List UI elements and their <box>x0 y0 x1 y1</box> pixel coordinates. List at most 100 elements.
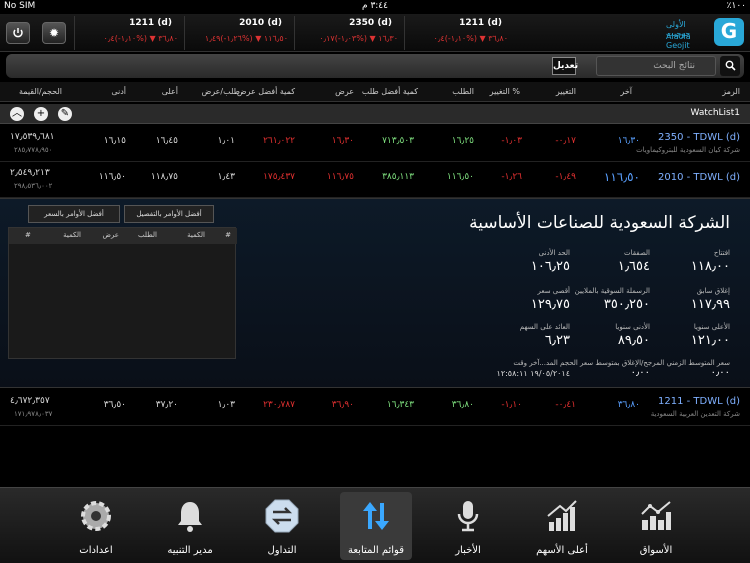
tab-label: مدير التنبيه <box>167 545 213 556</box>
row-volume: ٢٫٥٤٩٫٢١٣ <box>10 168 50 178</box>
row-ask: ١١٦٫٧٥ <box>326 172 354 182</box>
tab-alert-manager[interactable]: مدير التنبيه <box>154 492 226 560</box>
order-book-table: # الكمية الطلب عرض الكمية # <box>8 227 237 359</box>
ticker-name: 2350 (d) <box>349 18 392 28</box>
vwap-value: ٠٫٠٠ <box>710 367 730 378</box>
row-symbol: 1211 - TDWL (d) <box>657 396 740 407</box>
row-ask: ١٦٫٣٠ <box>331 136 354 146</box>
gear-icon: ✹ <box>48 26 60 40</box>
market-chart-icon <box>641 501 671 530</box>
ob-col-bid: الطلب <box>137 231 157 239</box>
order-book-header: # الكمية الطلب عرض الكمية # <box>9 228 237 244</box>
prev-close-value: ١١٧٫٩٩ <box>690 297 730 312</box>
close-avg-value: ٠٫٠٠ <box>630 367 650 378</box>
pencil-icon: ✎ <box>60 108 70 119</box>
ticker-item[interactable]: 1211 (d) ٣٦٫٨٠ ▼ (%١٫١٠-)٠٫٤ <box>404 16 512 50</box>
col-ask: عرض <box>335 87 354 96</box>
col-best-bid-qty: كمية أفضل طلب <box>361 87 418 96</box>
eps-label: العائد على السهم <box>519 323 570 331</box>
col-volume: الحجم/القيمة <box>18 87 62 96</box>
power-icon <box>13 28 23 38</box>
bar-chart-up-icon <box>547 500 577 531</box>
row-value: ٢٨٥٫٧٧٨٫٩٥٠ <box>14 146 53 154</box>
max-price-label: أقصى سعر <box>537 287 570 295</box>
search-icon <box>725 60 736 71</box>
settings-small-button[interactable]: ✹ <box>42 22 66 44</box>
row-change: -٠٫٤١ <box>555 400 576 410</box>
row-company: شركة التعدين العربية السعودية <box>650 410 740 418</box>
row-low: ١١٦٫٥٠ <box>98 172 126 182</box>
tab-top-stocks[interactable]: أعلى الأسهم <box>526 492 598 560</box>
microphone-icon <box>457 501 479 532</box>
tab-label: اعدادات <box>79 545 113 556</box>
ticker-value: ٣٦٫٨٠ ▼ (%١٫١٠-)٠٫٤ <box>433 34 508 43</box>
row-volume: ٤٫٦٧٢٫٣٥٧ <box>10 396 50 406</box>
ticker-item[interactable]: 2010 (d) ١١٦٫٥٠ ▼ (%١٫٢٦-)١٫٤٩ <box>184 16 292 50</box>
power-button[interactable] <box>6 22 30 44</box>
logo-text-en: Alaola Geojit <box>666 32 691 50</box>
trades-label: الصفقات <box>624 249 650 257</box>
collapse-button[interactable]: ︿ <box>10 107 24 121</box>
row-change: -١٫٤٩ <box>555 172 576 182</box>
tab-watchlists[interactable]: قوائم المتابعة <box>340 492 412 560</box>
edit-watchlist-button[interactable]: ✎ <box>58 107 72 121</box>
open-label: افتتاح <box>713 249 730 257</box>
search-bar: نتائج البحث تعديل <box>6 54 744 78</box>
row-low: ٣٦٫٥٠ <box>103 400 126 410</box>
gear-icon <box>81 501 111 531</box>
year-high-label: الأعلى سنويا <box>693 323 730 331</box>
trades-value: ١٫٦٥٤ <box>617 259 650 274</box>
prev-close-label: إغلاق سابق <box>696 287 730 295</box>
market-cap-value: ٣٥٠٫٢٥٠ <box>603 297 650 312</box>
row-bid-qty: ١٦٫٣٤٣ <box>386 400 414 410</box>
row-change-pct: -١٫٠٣ <box>501 136 522 146</box>
table-row[interactable]: 1211 - TDWL (d) شركة التعدين العربية الس… <box>0 390 750 426</box>
market-cap-label: الرسملة السوقية بالملايين <box>574 287 650 295</box>
col-last: آخر <box>620 87 632 96</box>
search-input[interactable]: نتائج البحث <box>596 56 716 76</box>
search-button[interactable] <box>720 56 740 76</box>
ob-col-qty2: الكمية <box>63 231 81 239</box>
chevron-up-icon: ︿ <box>12 108 22 119</box>
row-ask-qty: ١٧٥٫٤٣٧ <box>263 172 295 182</box>
plus-icon: + <box>36 108 46 119</box>
row-bid: ١٦٫٢٥ <box>451 136 474 146</box>
row-high: ١١٨٫٧٥ <box>150 172 178 182</box>
vwap-note: سعر المتوسط الزمني المرجح/الإغلاق بمتوسط… <box>513 359 730 367</box>
col-bid-ask: طلب/عرض <box>201 87 240 96</box>
ticker-name: 2010 (d) <box>239 18 282 28</box>
table-row[interactable]: 2010 - TDWL (d) ١١٦٫٥٠ -١٫٤٩ -١٫٢٦ ١١٦٫٥… <box>0 162 750 198</box>
row-ask-qty: ٢٦١٫٠٢٢ <box>263 136 295 146</box>
ticker-item[interactable]: 2350 (d) ١٦٫٣٠ ▼ (%١٫٠٣-)٠٫١٧ <box>294 16 402 50</box>
edit-button[interactable]: تعديل <box>552 57 578 75</box>
sort-arrows-icon <box>363 502 389 530</box>
tab-markets[interactable]: الأسواق <box>620 492 692 560</box>
tab-settings[interactable]: اعدادات <box>60 492 132 560</box>
watchlist-title: WatchList1 <box>690 108 740 118</box>
last-time-value: ١٩/٠٥/٢٠١٤ ١٢:٥٨:١١ <box>496 369 570 378</box>
company-title: الشركة السعودية للصناعات الأساسية <box>469 213 730 233</box>
row-high: ١٦٫٤٥ <box>155 136 178 146</box>
row-bid-qty: ٣٨٥٫١١٣ <box>382 172 414 182</box>
tab-best-orders-price[interactable]: أفضل الأوامر بالسعر <box>28 205 120 223</box>
row-high: ٣٧٫٢٠ <box>155 400 178 410</box>
stock-detail-panel: أفضل الأوامر بالتفصيل أفضل الأوامر بالسع… <box>0 198 750 388</box>
battery-label: ٪١٠٠ <box>726 1 746 11</box>
row-bid-qty: ٧١٣٫٥٠٣ <box>382 136 414 146</box>
tab-best-orders-detail[interactable]: أفضل الأوامر بالتفصيل <box>124 205 214 223</box>
table-row[interactable]: 2350 - TDWL (d) شركة كيان السعودية للبتر… <box>0 126 750 162</box>
row-ask: ٣٦٫٩٠ <box>331 400 354 410</box>
open-value: ١١٨٫٠٠ <box>690 259 730 274</box>
tab-news[interactable]: الأخبار <box>432 492 504 560</box>
tab-label: أعلى الأسهم <box>536 545 588 556</box>
add-button[interactable]: + <box>34 107 48 121</box>
col-bid: الطلب <box>452 87 474 96</box>
year-low-label: الأدنى سنويا <box>615 323 650 331</box>
tab-trading[interactable]: التداول <box>246 492 318 560</box>
row-symbol: 2350 - TDWL (d) <box>657 132 740 143</box>
ticker-bar: ✹ 1211 (d) ٣٦٫٨٠ ▼ (%١٫١٠-)٠٫٤ 2010 (d) … <box>0 14 750 52</box>
row-bid: ٣٦٫٨٠ <box>451 400 474 410</box>
min-limit-label: الحد الأدنى <box>538 249 570 257</box>
ticker-item[interactable]: 1211 (d) ٣٦٫٨٠ ▼ (%١٫١٠-)٠٫٤ <box>74 16 182 50</box>
tab-label: قوائم المتابعة <box>348 545 404 556</box>
